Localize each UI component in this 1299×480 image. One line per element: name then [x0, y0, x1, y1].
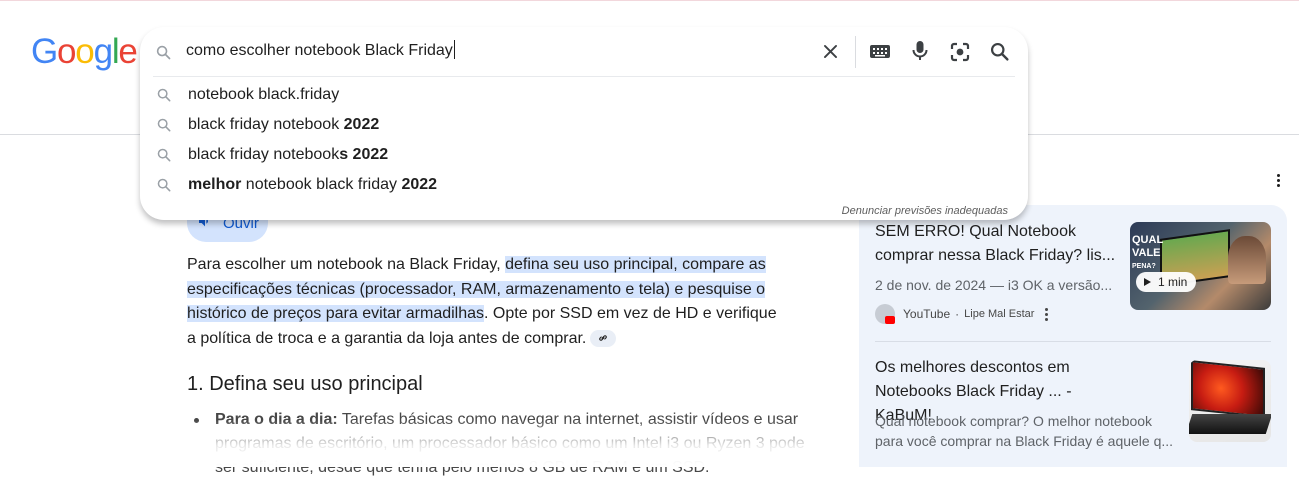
logo-letter: o	[57, 32, 76, 71]
laptop-thumbnail[interactable]	[1189, 360, 1271, 442]
card-meta: 2 de nov. de 2024 — i3 OK a versão...	[875, 277, 1113, 293]
more-vert-icon[interactable]	[1045, 307, 1049, 321]
toolbar-divider	[855, 36, 856, 68]
search-icon	[156, 117, 172, 138]
youtube-avatar-icon	[875, 304, 895, 324]
search-icon	[156, 177, 172, 198]
suggestion-bold-part: 2022	[343, 116, 380, 133]
report-predictions-link[interactable]: Denunciar previsões inadequadas	[842, 205, 1008, 217]
logo-letter: g	[93, 32, 113, 71]
ai-answer-paragraph: Para escolher um notebook na Black Frida…	[187, 253, 787, 351]
play-icon	[1144, 278, 1151, 286]
lens-camera-icon[interactable]	[949, 41, 971, 68]
suggestion-item[interactable]: black friday notebook 2022	[140, 110, 1028, 140]
duration-text: 1 min	[1158, 275, 1188, 289]
search-icon	[156, 87, 172, 108]
thumb-text-1: QUAL	[1132, 234, 1164, 246]
source-name: YouTube	[903, 307, 951, 321]
meta-dot: ·	[955, 307, 960, 321]
top-border	[0, 0, 1299, 1]
logo-letter: G	[31, 32, 58, 71]
suggestion-item[interactable]: melhor notebook black friday 2022	[140, 170, 1028, 200]
card-snippet: Qual notebook comprar? O melhor notebook…	[875, 413, 1174, 449]
suggestion-item[interactable]: notebook black.friday	[140, 80, 1028, 110]
search-submit-icon[interactable]	[989, 41, 1010, 67]
suggestion-text: black friday notebooks 2022	[188, 146, 388, 164]
bullet-dot	[194, 418, 199, 423]
suggestion-text: melhor notebook black friday 2022	[188, 176, 437, 194]
thumb-text-2: VALE	[1132, 247, 1161, 259]
source-link-chip[interactable]	[590, 329, 617, 347]
link-icon	[599, 335, 608, 342]
suggestion-bold-part: 2022	[401, 176, 438, 193]
suggestion-bold-part: melhor	[188, 176, 242, 193]
suggestion-part: black friday notebook	[188, 146, 340, 163]
source-author: Lipe Mal Estar	[964, 308, 1035, 320]
keyboard-icon[interactable]	[869, 43, 891, 65]
suggestion-bold-part: s 2022	[339, 146, 389, 163]
search-icon	[155, 44, 172, 66]
card-title[interactable]: SEM ERRO! Qual Notebook comprar nessa Bl…	[875, 220, 1123, 268]
card-source-row: YouTube · Lipe Mal Estar	[875, 304, 1049, 324]
search-icon	[156, 147, 172, 168]
video-thumbnail[interactable]: QUAL VALE PENA?	[1130, 222, 1271, 310]
text-caret	[453, 40, 455, 59]
logo-letter: o	[75, 32, 94, 71]
search-suggestion-panel: como escolher notebook Black Friday note…	[140, 27, 1028, 220]
suggestion-divider	[153, 76, 1015, 77]
search-query: como escolher notebook Black Friday	[186, 42, 453, 59]
duration-badge: 1 min	[1136, 272, 1196, 292]
more-options-icon[interactable]	[1270, 171, 1286, 189]
suggestion-part: notebook black friday	[241, 176, 402, 193]
suggestion-part: black friday notebook	[188, 116, 344, 133]
clear-icon[interactable]	[821, 42, 840, 66]
suggestion-part: notebook black.friday	[188, 86, 340, 103]
suggestion-item[interactable]: black friday notebooks 2022	[140, 140, 1028, 170]
bullet-label: Para o dia a dia:	[215, 411, 338, 428]
card-separator	[875, 341, 1271, 342]
logo-letter: l	[111, 32, 120, 71]
logo-letter: e	[118, 32, 137, 71]
google-logo[interactable]: Google	[31, 32, 138, 71]
section-heading: 1. Defina seu uso principal	[187, 373, 423, 395]
suggestion-text: notebook black.friday	[188, 86, 339, 104]
microphone-icon[interactable]	[911, 40, 929, 67]
answer-intro: Para escolher um notebook na Black Frida…	[187, 256, 506, 273]
search-input[interactable]: como escolher notebook Black Friday	[186, 39, 786, 63]
suggestion-text: black friday notebook 2022	[188, 116, 379, 134]
